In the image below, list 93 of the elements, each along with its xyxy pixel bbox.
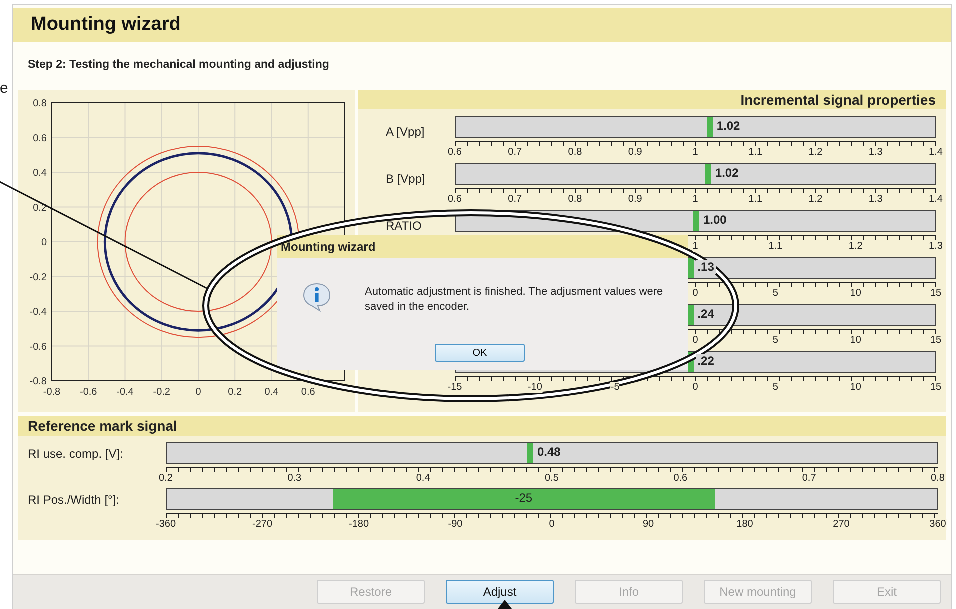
scale-label: 1.3	[868, 194, 883, 205]
ok-button[interactable]: OK	[435, 344, 525, 362]
axis-label: -0.4	[116, 387, 134, 398]
scale-label: -180	[349, 519, 369, 530]
scale-label: 1.4	[929, 194, 943, 205]
scale-label: 0.3	[288, 473, 302, 484]
axis-label: 0.6	[33, 133, 47, 144]
scale-label: -270	[252, 519, 272, 530]
meter-value: -25	[514, 491, 534, 505]
scale-label: 5	[772, 382, 778, 393]
axis-label: -0.8	[43, 387, 61, 398]
scale-label: 10	[850, 382, 862, 393]
scale-label: 0.8	[568, 147, 582, 158]
meter-value: 1.02	[714, 119, 742, 133]
meter-value: 0.48	[535, 445, 563, 459]
scale-label: 0.8	[568, 194, 582, 205]
scale-label: 0.7	[508, 147, 522, 158]
scale-label: 90	[642, 519, 654, 530]
scale-label: 0.7	[802, 473, 816, 484]
scale-label: 0.9	[628, 194, 642, 205]
wizard-title: Mounting wizard	[31, 14, 181, 36]
meter-value: .13	[696, 260, 716, 274]
scale-label: 1.4	[929, 147, 943, 158]
axis-label: 0.4	[33, 168, 47, 179]
axis-label: 0	[41, 238, 47, 248]
scale-label: 360	[930, 519, 946, 530]
meter-value: 1.02	[713, 166, 741, 180]
axis-label: -0.2	[30, 272, 47, 284]
scale-label: 1.1	[768, 241, 783, 252]
wizard-button[interactable]: Adjust	[446, 580, 554, 604]
panel-title: Reference mark signal	[28, 418, 178, 434]
signal-label: A [Vpp]	[386, 125, 425, 139]
scale-label: 0.6	[448, 194, 462, 205]
scale-label: 0.6	[674, 473, 688, 484]
axis-label: -0.2	[153, 387, 170, 398]
scale-label: 1	[692, 147, 698, 158]
signal-label: B [Vpp]	[386, 172, 426, 186]
scale-label: 0.5	[545, 473, 559, 484]
scale-label: 15	[930, 382, 942, 393]
axis-label: 0.6	[301, 387, 316, 398]
scale-label: 0	[692, 335, 698, 346]
axis-label: 0	[196, 387, 202, 398]
scale-label: 0.6	[448, 147, 462, 158]
axis-label: -0.4	[30, 307, 47, 318]
step-heading: Step 2: Testing the mechanical mounting and adjusting	[27, 58, 330, 73]
scale-label: 5	[772, 288, 778, 299]
axis-label: -0.6	[30, 342, 47, 353]
pointer-arrow	[498, 600, 512, 609]
scale-label: 180	[736, 519, 754, 530]
scale-label: 0.9	[628, 147, 642, 158]
scale-label: 15	[930, 335, 942, 346]
axis-label: 0.2	[228, 387, 242, 398]
info-icon	[302, 282, 332, 312]
scale-label: -90	[448, 519, 463, 530]
scale-label: 1.3	[868, 147, 883, 158]
axis-label: 0.4	[264, 387, 279, 398]
scale-label: -5	[610, 382, 620, 393]
scale-label: 0	[692, 288, 698, 299]
panel-title: Incremental signal properties	[740, 92, 936, 108]
meter-value: .24	[696, 307, 716, 321]
dialog-title: Mounting wizard	[281, 240, 376, 254]
axis-label: 0.8	[33, 98, 47, 110]
scale-label: -10	[528, 382, 542, 393]
signal-label: RATIO	[386, 219, 422, 233]
scale-label: 1.2	[848, 241, 863, 252]
scale-label: 0.2	[159, 473, 173, 484]
scale-label: 1.1	[748, 194, 763, 205]
scale-label: 5	[772, 335, 778, 346]
scale-label: 1.2	[808, 194, 823, 205]
cut-text: e	[0, 80, 8, 97]
signal-label: RI use. comp. [V]:	[27, 446, 124, 461]
axis-label: -0.6	[80, 387, 98, 398]
scale-label: 10	[850, 288, 862, 299]
scale-label: 0	[549, 519, 555, 530]
scale-label: 1	[692, 194, 698, 205]
scale-label: 1.3	[929, 241, 943, 252]
scale-label: -15	[448, 382, 462, 393]
scale-label: 0	[692, 382, 698, 393]
scale-label: -360	[156, 519, 176, 530]
scale-label: 15	[930, 288, 942, 299]
scale-label: 0.4	[416, 473, 430, 484]
meter-value: .22	[696, 354, 716, 368]
scale-label: 0.8	[931, 473, 945, 484]
scale-label: 270	[833, 519, 850, 530]
scale-label: 1.1	[748, 147, 763, 158]
dialog-message: Automatic adjustment is finished. The adjusment values were saved in the encoder.	[365, 285, 664, 315]
scale-label: 0.7	[508, 194, 522, 205]
scale-label: 1.2	[808, 147, 823, 158]
signal-label: RI Pos./Width [°]:	[27, 492, 120, 507]
scale-label: 1	[692, 241, 698, 252]
scale-label: 10	[850, 335, 862, 346]
axis-label: -0.8	[30, 376, 47, 388]
meter-value: 1.00	[701, 213, 729, 227]
